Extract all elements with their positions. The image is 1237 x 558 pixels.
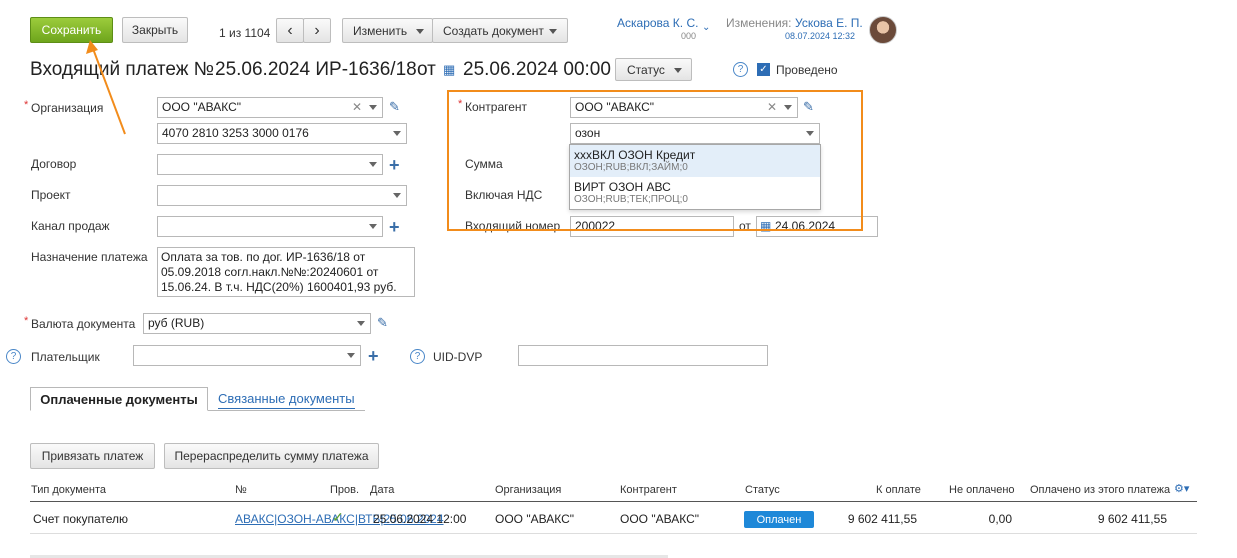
account-value: 4070 2810 3253 3000 0176 (162, 126, 309, 140)
add-channel-icon[interactable]: + (389, 218, 400, 236)
add-contract-icon[interactable]: + (389, 156, 400, 174)
dropdown-arrow-icon[interactable] (357, 321, 365, 326)
currency-value: руб (RUB) (148, 316, 205, 330)
redistribute-button[interactable]: Перераспределить сумму платежа (164, 443, 379, 469)
posted-label: Проведено (776, 63, 838, 77)
sales-channel-label: Канал продаж (31, 219, 110, 233)
posted-checkbox[interactable]: ✓ (757, 63, 770, 76)
col-unpaid[interactable]: Не оплачено (949, 484, 1015, 496)
status-badge: Оплачен (744, 511, 814, 528)
col-status[interactable]: Статус (745, 484, 780, 496)
status-button[interactable]: Статус (615, 58, 692, 81)
annotation-arrow (86, 40, 126, 135)
highlight-frame (447, 90, 863, 231)
dropdown-arrow-icon[interactable] (393, 193, 401, 198)
tab-divider (208, 410, 365, 411)
cell-paid-from-this: 9 602 411,55 (1097, 512, 1167, 526)
checkmark-icon: ✓ (332, 509, 344, 525)
currency-select[interactable]: руб (RUB) (143, 313, 371, 334)
changed-by-link[interactable]: Ускова Е. П. (795, 16, 863, 30)
org-select[interactable]: ООО "АВАКС" ✕ (157, 97, 383, 118)
edit-pencil-icon[interactable]: ✎ (377, 315, 388, 331)
payer-label: Плательщик (31, 350, 100, 364)
project-label: Проект (31, 188, 71, 202)
org-value: ООО "АВАКС" (162, 100, 241, 114)
cell-doc-type: Счет покупателю (33, 512, 128, 526)
calendar-icon[interactable]: ▦ (443, 62, 455, 78)
help-icon[interactable]: ? (410, 349, 425, 364)
contract-label: Договор (31, 157, 77, 171)
cell-counterparty: ООО "АВАКС" (620, 512, 699, 526)
edit-pencil-icon[interactable]: ✎ (389, 99, 400, 115)
pager-count: 1 из 1104 (219, 26, 271, 40)
table-row[interactable] (30, 502, 1197, 534)
chevron-down-icon[interactable]: ⌄ (702, 22, 710, 33)
col-checked[interactable]: Пров. (330, 484, 359, 496)
payer-select[interactable] (133, 345, 361, 366)
cell-unpaid: 0,00 (988, 512, 1012, 526)
clear-icon[interactable]: ✕ (352, 100, 362, 114)
changed-at: 08.07.2024 12:32 (785, 31, 856, 41)
create-document-label: Создать документ (443, 23, 544, 38)
user-name-link[interactable]: Аскарова К. С. (617, 16, 698, 30)
dropdown-arrow-icon[interactable] (347, 353, 355, 358)
edit-menu-label: Изменить (353, 23, 408, 38)
caret-down-icon (549, 29, 557, 34)
contract-select[interactable] (157, 154, 383, 175)
dropdown-arrow-icon[interactable] (369, 224, 377, 229)
currency-label: Валюта документа (24, 315, 135, 331)
status-button-label: Статус (627, 62, 665, 77)
bind-payment-button[interactable]: Привязать платеж (30, 443, 155, 469)
dropdown-arrow-icon[interactable] (369, 162, 377, 167)
document-number[interactable]: 25.06.2024 ИР-1636/18 (215, 59, 417, 81)
purpose-label: Назначение платежа (31, 250, 148, 264)
col-org[interactable]: Организация (495, 484, 561, 496)
col-counterparty[interactable]: Контрагент (620, 484, 677, 496)
create-document-button[interactable]: Создать документ (432, 18, 568, 43)
prev-record-button[interactable]: ‹ (276, 18, 304, 43)
cell-org: ООО "АВАКС" (495, 512, 574, 526)
account-select[interactable]: 4070 2810 3253 3000 0176 (157, 123, 407, 144)
uid-input[interactable] (518, 345, 768, 366)
user-code: 000 (681, 31, 697, 41)
column-settings-icon[interactable]: ⚙▾ (1174, 482, 1189, 495)
help-icon[interactable]: ? (6, 349, 21, 364)
col-paid-from-this[interactable]: Оплачено из этого платежа (1030, 484, 1170, 496)
title-from-label: от (417, 59, 436, 80)
project-select[interactable] (157, 185, 407, 206)
cell-date: 25.06.2024 12:00 (373, 512, 467, 526)
caret-down-icon (674, 68, 682, 73)
tab-paid-documents[interactable]: Оплаченные документы (30, 387, 208, 411)
avatar[interactable] (869, 16, 897, 44)
col-number[interactable]: № (235, 484, 247, 496)
col-doc-type[interactable]: Тип документа (31, 484, 106, 496)
next-record-button[interactable]: › (303, 18, 331, 43)
tab-linked-documents[interactable]: Связанные документы (218, 391, 355, 409)
dropdown-arrow-icon[interactable] (369, 105, 377, 110)
caret-down-icon (416, 29, 424, 34)
col-date[interactable]: Дата (370, 484, 394, 496)
chevron-left-icon: ‹ (287, 21, 293, 39)
uid-label: UID-DVP (433, 350, 483, 364)
cell-to-pay: 9 602 411,55 (847, 512, 917, 526)
col-to-pay[interactable]: К оплате (876, 484, 921, 496)
document-datetime[interactable]: 25.06.2024 00:00 (463, 59, 611, 81)
help-icon[interactable]: ? (733, 62, 748, 77)
purpose-textarea[interactable]: Оплата за тов. по дог. ИР-1636/18 от 05.… (157, 247, 415, 297)
add-payer-icon[interactable]: + (368, 347, 379, 365)
edit-menu-button[interactable]: Изменить (342, 18, 433, 43)
dropdown-arrow-icon[interactable] (393, 131, 401, 136)
sales-channel-select[interactable] (157, 216, 383, 237)
chevron-right-icon: › (314, 21, 320, 39)
changes-label: Изменения: (726, 16, 792, 30)
